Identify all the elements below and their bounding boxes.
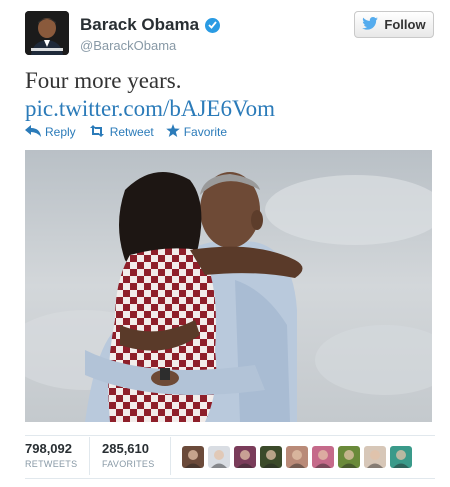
user-handle[interactable]: @BarackObama (80, 38, 176, 53)
favoriters-avatars (182, 446, 412, 468)
profile-avatar[interactable] (25, 11, 69, 55)
retweet-count-label: RETWEETS (25, 459, 78, 469)
favorite-label: Favorite (183, 125, 228, 139)
favoriter-avatar-2[interactable] (208, 446, 230, 468)
favoriter-avatar-7[interactable] (338, 446, 360, 468)
favoriter-avatar-4[interactable] (260, 446, 282, 468)
stat-divider (170, 437, 171, 475)
favoriter-avatar-6[interactable] (312, 446, 334, 468)
stats-divider-bottom (25, 478, 435, 479)
verified-badge-icon (205, 17, 221, 33)
favoriter-avatar-3[interactable] (234, 446, 256, 468)
star-icon (165, 124, 180, 140)
favoriter-avatar-5[interactable] (286, 446, 308, 468)
favoriter-avatar-8[interactable] (364, 446, 386, 468)
reply-icon (25, 124, 41, 140)
retweet-label: Retweet (109, 125, 154, 139)
favorite-count-label: FAVORITES (102, 459, 155, 469)
tweet-actions: Reply Retweet Favorite (25, 124, 227, 140)
user-name[interactable]: Barack Obama (80, 15, 199, 35)
tweet-card: Barack Obama @BarackObama Follow Four mo… (0, 0, 450, 487)
follow-button[interactable]: Follow (354, 11, 434, 38)
retweet-action[interactable]: Retweet (88, 124, 154, 140)
reply-action[interactable]: Reply (25, 124, 76, 140)
retweet-count: 798,092 (25, 441, 72, 456)
tweet-text: Four more years. (25, 68, 182, 93)
retweet-stat[interactable]: 798,092 RETWEETS (25, 441, 77, 470)
tweet-media-link[interactable]: pic.twitter.com/bAJE6Vom (25, 95, 275, 123)
embrace-photo-image (25, 150, 432, 422)
user-name-row[interactable]: Barack Obama (80, 15, 221, 35)
favorite-stat[interactable]: 285,610 FAVORITES (102, 441, 155, 470)
favorite-action[interactable]: Favorite (165, 124, 228, 140)
stat-divider (89, 437, 90, 475)
favoriter-avatar-1[interactable] (182, 446, 204, 468)
favorite-count: 285,610 (102, 441, 149, 456)
twitter-bird-icon (362, 16, 379, 33)
follow-label: Follow (384, 17, 426, 32)
stats-divider-top (25, 435, 435, 436)
reply-label: Reply (45, 125, 76, 139)
profile-photo (25, 11, 69, 55)
retweet-icon (88, 124, 106, 140)
favoriter-avatar-9[interactable] (390, 446, 412, 468)
tweet-photo[interactable] (25, 150, 432, 422)
